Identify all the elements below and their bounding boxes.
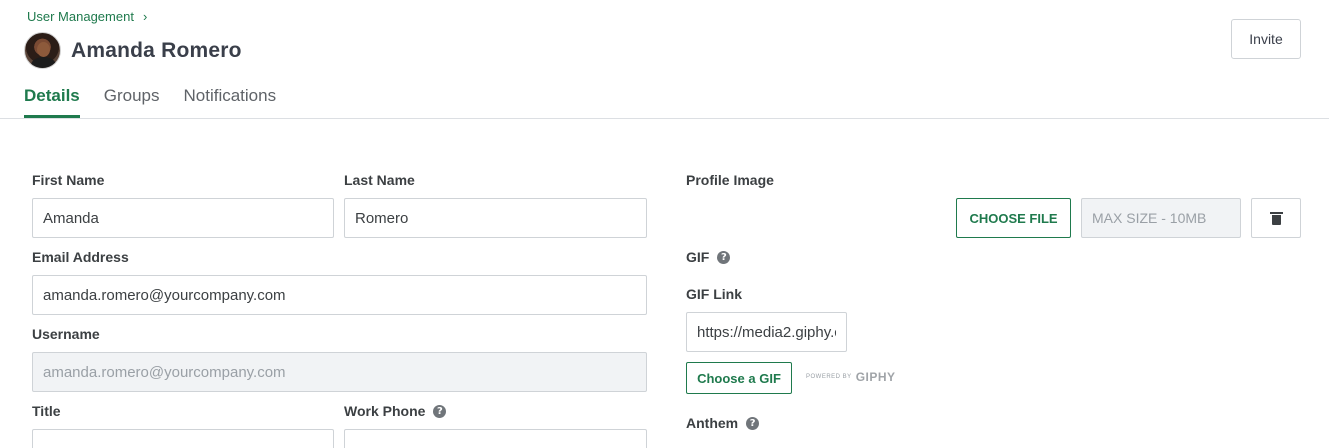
help-icon[interactable]: ? [433, 404, 447, 418]
chevron-right-icon: › [142, 9, 148, 24]
help-icon[interactable]: ? [717, 250, 731, 264]
avatar [24, 32, 61, 69]
page-title: Amanda Romero [71, 38, 242, 62]
tab-bar: Details Groups Notifications [24, 84, 276, 119]
title-label: Title [32, 403, 61, 419]
gif-label: GIF [686, 249, 710, 265]
profile-image-label: Profile Image [686, 172, 774, 188]
email-input[interactable] [32, 275, 647, 315]
work-phone-label-row: Work Phone ? [344, 403, 447, 419]
last-name-label: Last Name [344, 172, 415, 188]
first-name-input[interactable] [32, 198, 334, 238]
username-input [32, 352, 647, 392]
page-header: Amanda Romero [24, 32, 242, 69]
tab-details[interactable]: Details [24, 84, 80, 118]
gif-link-input[interactable] [686, 312, 847, 352]
work-phone-input[interactable] [344, 429, 647, 448]
anthem-label-row: Anthem ? [686, 415, 760, 431]
breadcrumb: User Management › [27, 9, 147, 24]
tab-notifications[interactable]: Notifications [184, 84, 277, 118]
gif-label-row: GIF ? [686, 249, 731, 265]
choose-file-button[interactable]: CHOOSE FILE [956, 198, 1071, 238]
giphy-attribution: POWERED BY GIPHY [806, 370, 896, 384]
email-label: Email Address [32, 249, 129, 265]
last-name-input[interactable] [344, 198, 647, 238]
anthem-label: Anthem [686, 415, 739, 431]
giphy-logo: GIPHY [855, 370, 896, 384]
title-input[interactable] [32, 429, 334, 448]
giphy-powered-by: POWERED BY [806, 374, 852, 380]
gif-link-label: GIF Link [686, 286, 742, 302]
max-size-field: MAX SIZE - 10MB [1081, 198, 1241, 238]
tabs-divider [0, 118, 1329, 119]
help-icon[interactable]: ? [746, 416, 760, 430]
breadcrumb-link-user-management[interactable]: User Management [27, 9, 134, 24]
first-name-label: First Name [32, 172, 105, 188]
choose-gif-button[interactable]: Choose a GIF [686, 362, 792, 394]
trash-icon [1269, 212, 1283, 225]
delete-image-button[interactable] [1251, 198, 1301, 238]
username-label: Username [32, 326, 100, 342]
work-phone-label: Work Phone [344, 403, 426, 419]
tab-groups[interactable]: Groups [104, 84, 160, 118]
invite-button[interactable]: Invite [1231, 19, 1301, 59]
